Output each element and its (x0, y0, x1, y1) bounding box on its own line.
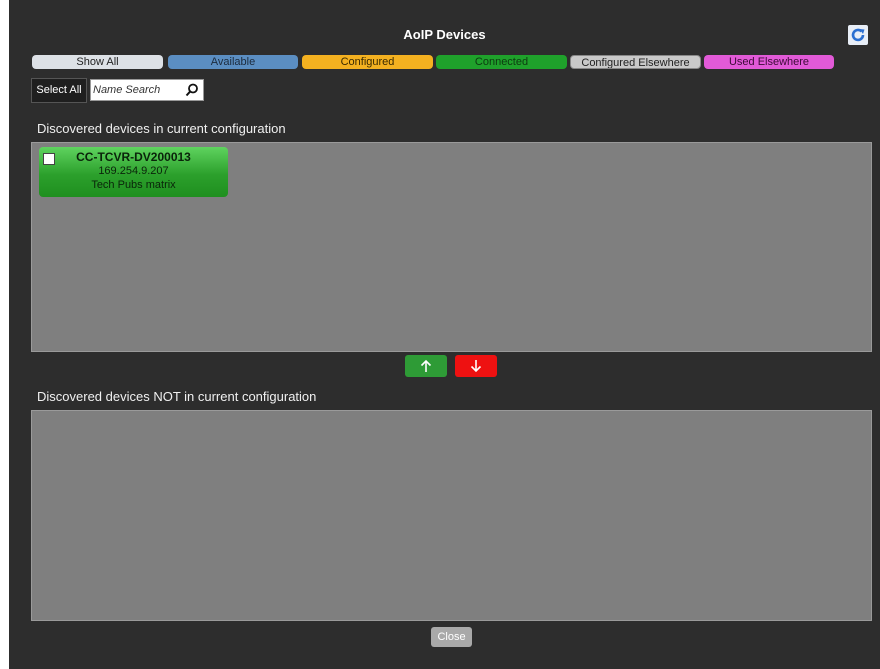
in-config-section-label: Discovered devices in current configurat… (37, 121, 286, 136)
device-card[interactable]: CC-TCVR-DV200013 169.254.9.207 Tech Pubs… (39, 147, 228, 197)
filter-available[interactable]: Available (168, 55, 298, 69)
aoip-devices-dialog: AoIP Devices Show All Available Configur… (9, 0, 880, 669)
filter-configured-elsewhere[interactable]: Configured Elsewhere (570, 55, 701, 69)
not-in-config-section-label: Discovered devices NOT in current config… (37, 389, 317, 404)
refresh-icon (851, 28, 865, 42)
select-all-button[interactable]: Select All (31, 78, 87, 103)
filter-show-all[interactable]: Show All (32, 55, 163, 69)
name-search-field (90, 79, 204, 101)
device-name: CC-TCVR-DV200013 (76, 150, 191, 164)
filter-configured[interactable]: Configured (302, 55, 433, 69)
remove-from-config-button[interactable] (455, 355, 497, 377)
dialog-title: AoIP Devices (403, 27, 486, 42)
arrow-up-icon (420, 359, 432, 372)
device-ip: 169.254.9.207 (98, 165, 169, 177)
refresh-button[interactable] (848, 25, 868, 45)
close-button[interactable]: Close (431, 627, 472, 647)
filter-used-elsewhere[interactable]: Used Elsewhere (704, 55, 834, 69)
arrow-down-icon (470, 360, 482, 373)
search-icon[interactable] (185, 83, 199, 97)
in-config-device-list: CC-TCVR-DV200013 169.254.9.207 Tech Pubs… (31, 142, 872, 352)
filter-connected[interactable]: Connected (436, 55, 567, 69)
device-location: Tech Pubs matrix (91, 179, 176, 191)
not-in-config-device-list (31, 410, 872, 621)
move-to-config-button[interactable] (405, 355, 447, 377)
name-search-input[interactable] (93, 82, 181, 98)
